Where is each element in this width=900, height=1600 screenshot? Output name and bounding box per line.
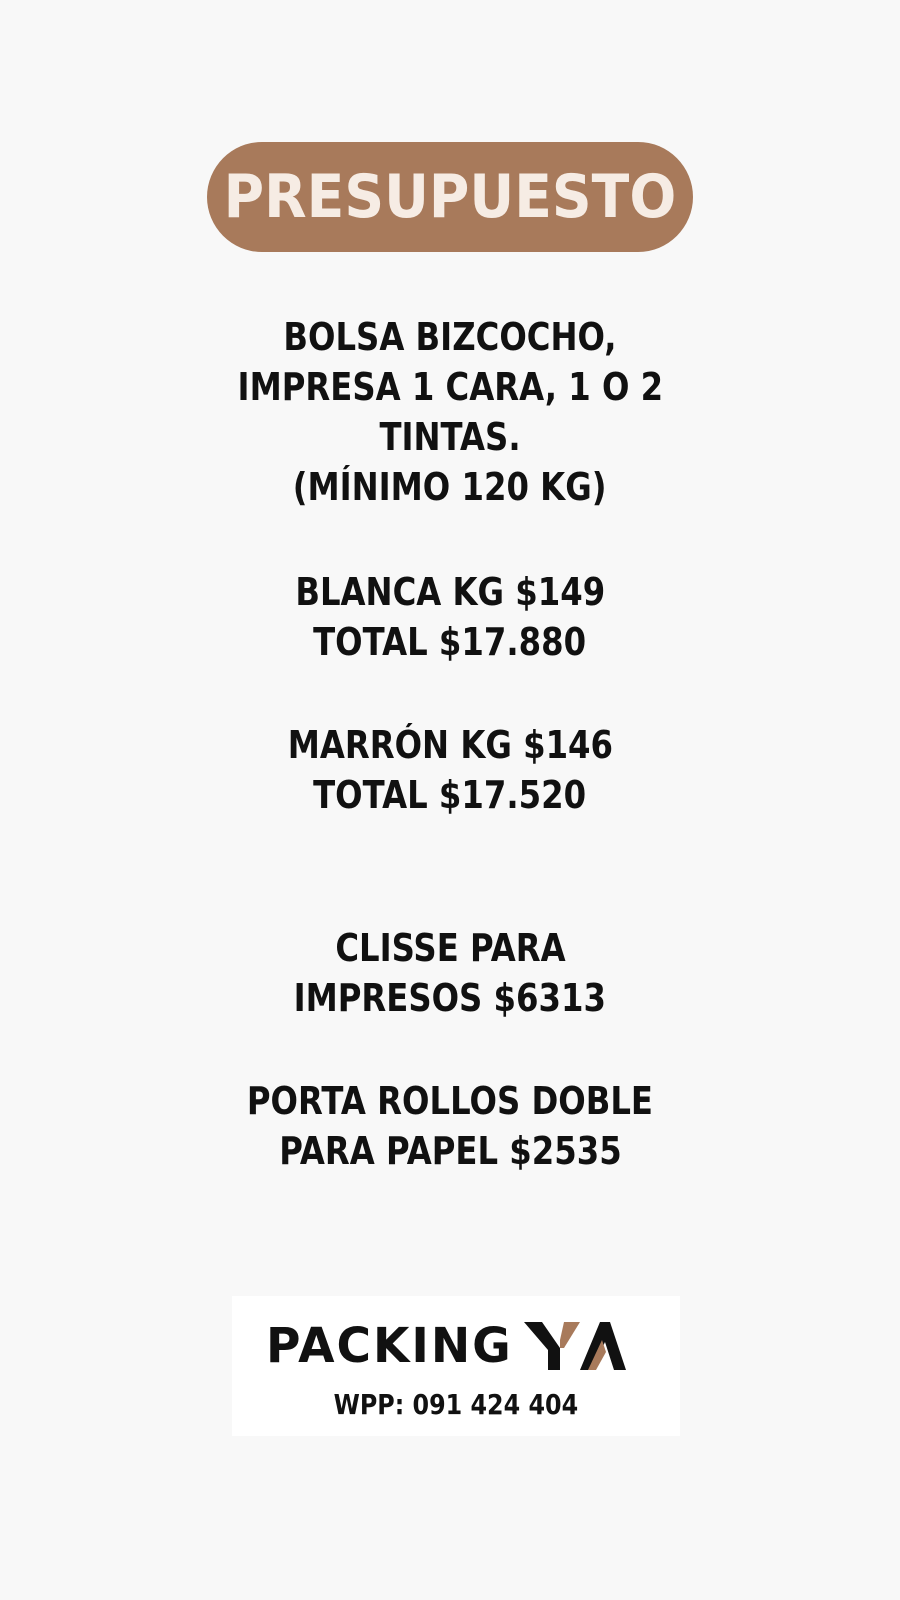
description-line: IMPRESA 1 CARA, 1 O 2 <box>237 365 663 409</box>
brand-logo: PACKING <box>266 1316 626 1376</box>
description-line: BOLSA BIZCOCHO, <box>283 315 617 359</box>
extra-line: IMPRESOS $6313 <box>293 976 607 1020</box>
whatsapp-contact: WPP: 091 424 404 <box>333 1388 579 1421</box>
title-pill: PRESUPUESTO <box>207 142 693 252</box>
option-total-line: TOTAL $17.520 <box>313 773 587 817</box>
budget-page: PRESUPUESTO BOLSA BIZCOCHO, IMPRESA 1 CA… <box>0 0 900 1600</box>
page-title: PRESUPUESTO <box>223 162 677 232</box>
option-total-line: TOTAL $17.880 <box>313 620 587 664</box>
option-white: BLANCA KG $149 TOTAL $17.880 <box>0 567 900 667</box>
packingya-logo-mark-icon <box>523 1322 626 1370</box>
option-price-line: BLANCA KG $149 <box>295 570 605 614</box>
extra-line: PARA PAPEL $2535 <box>278 1129 622 1173</box>
description-line: (MÍNIMO 120 KG) <box>293 465 607 509</box>
extra-line: CLISSE PARA <box>334 926 566 970</box>
product-description: BOLSA BIZCOCHO, IMPRESA 1 CARA, 1 O 2 TI… <box>0 312 900 512</box>
extra-clisse: CLISSE PARA IMPRESOS $6313 <box>0 923 900 1023</box>
brand-name: PACKING <box>266 1318 513 1374</box>
description-line: TINTAS. <box>379 415 521 459</box>
option-brown: MARRÓN KG $146 TOTAL $17.520 <box>0 720 900 820</box>
brand-logo-box: PACKING WPP: 091 424 404 <box>232 1296 680 1436</box>
extra-line: PORTA ROLLOS DOBLE <box>246 1079 654 1123</box>
extra-roll-holder: PORTA ROLLOS DOBLE PARA PAPEL $2535 <box>0 1076 900 1176</box>
option-price-line: MARRÓN KG $146 <box>287 723 613 767</box>
